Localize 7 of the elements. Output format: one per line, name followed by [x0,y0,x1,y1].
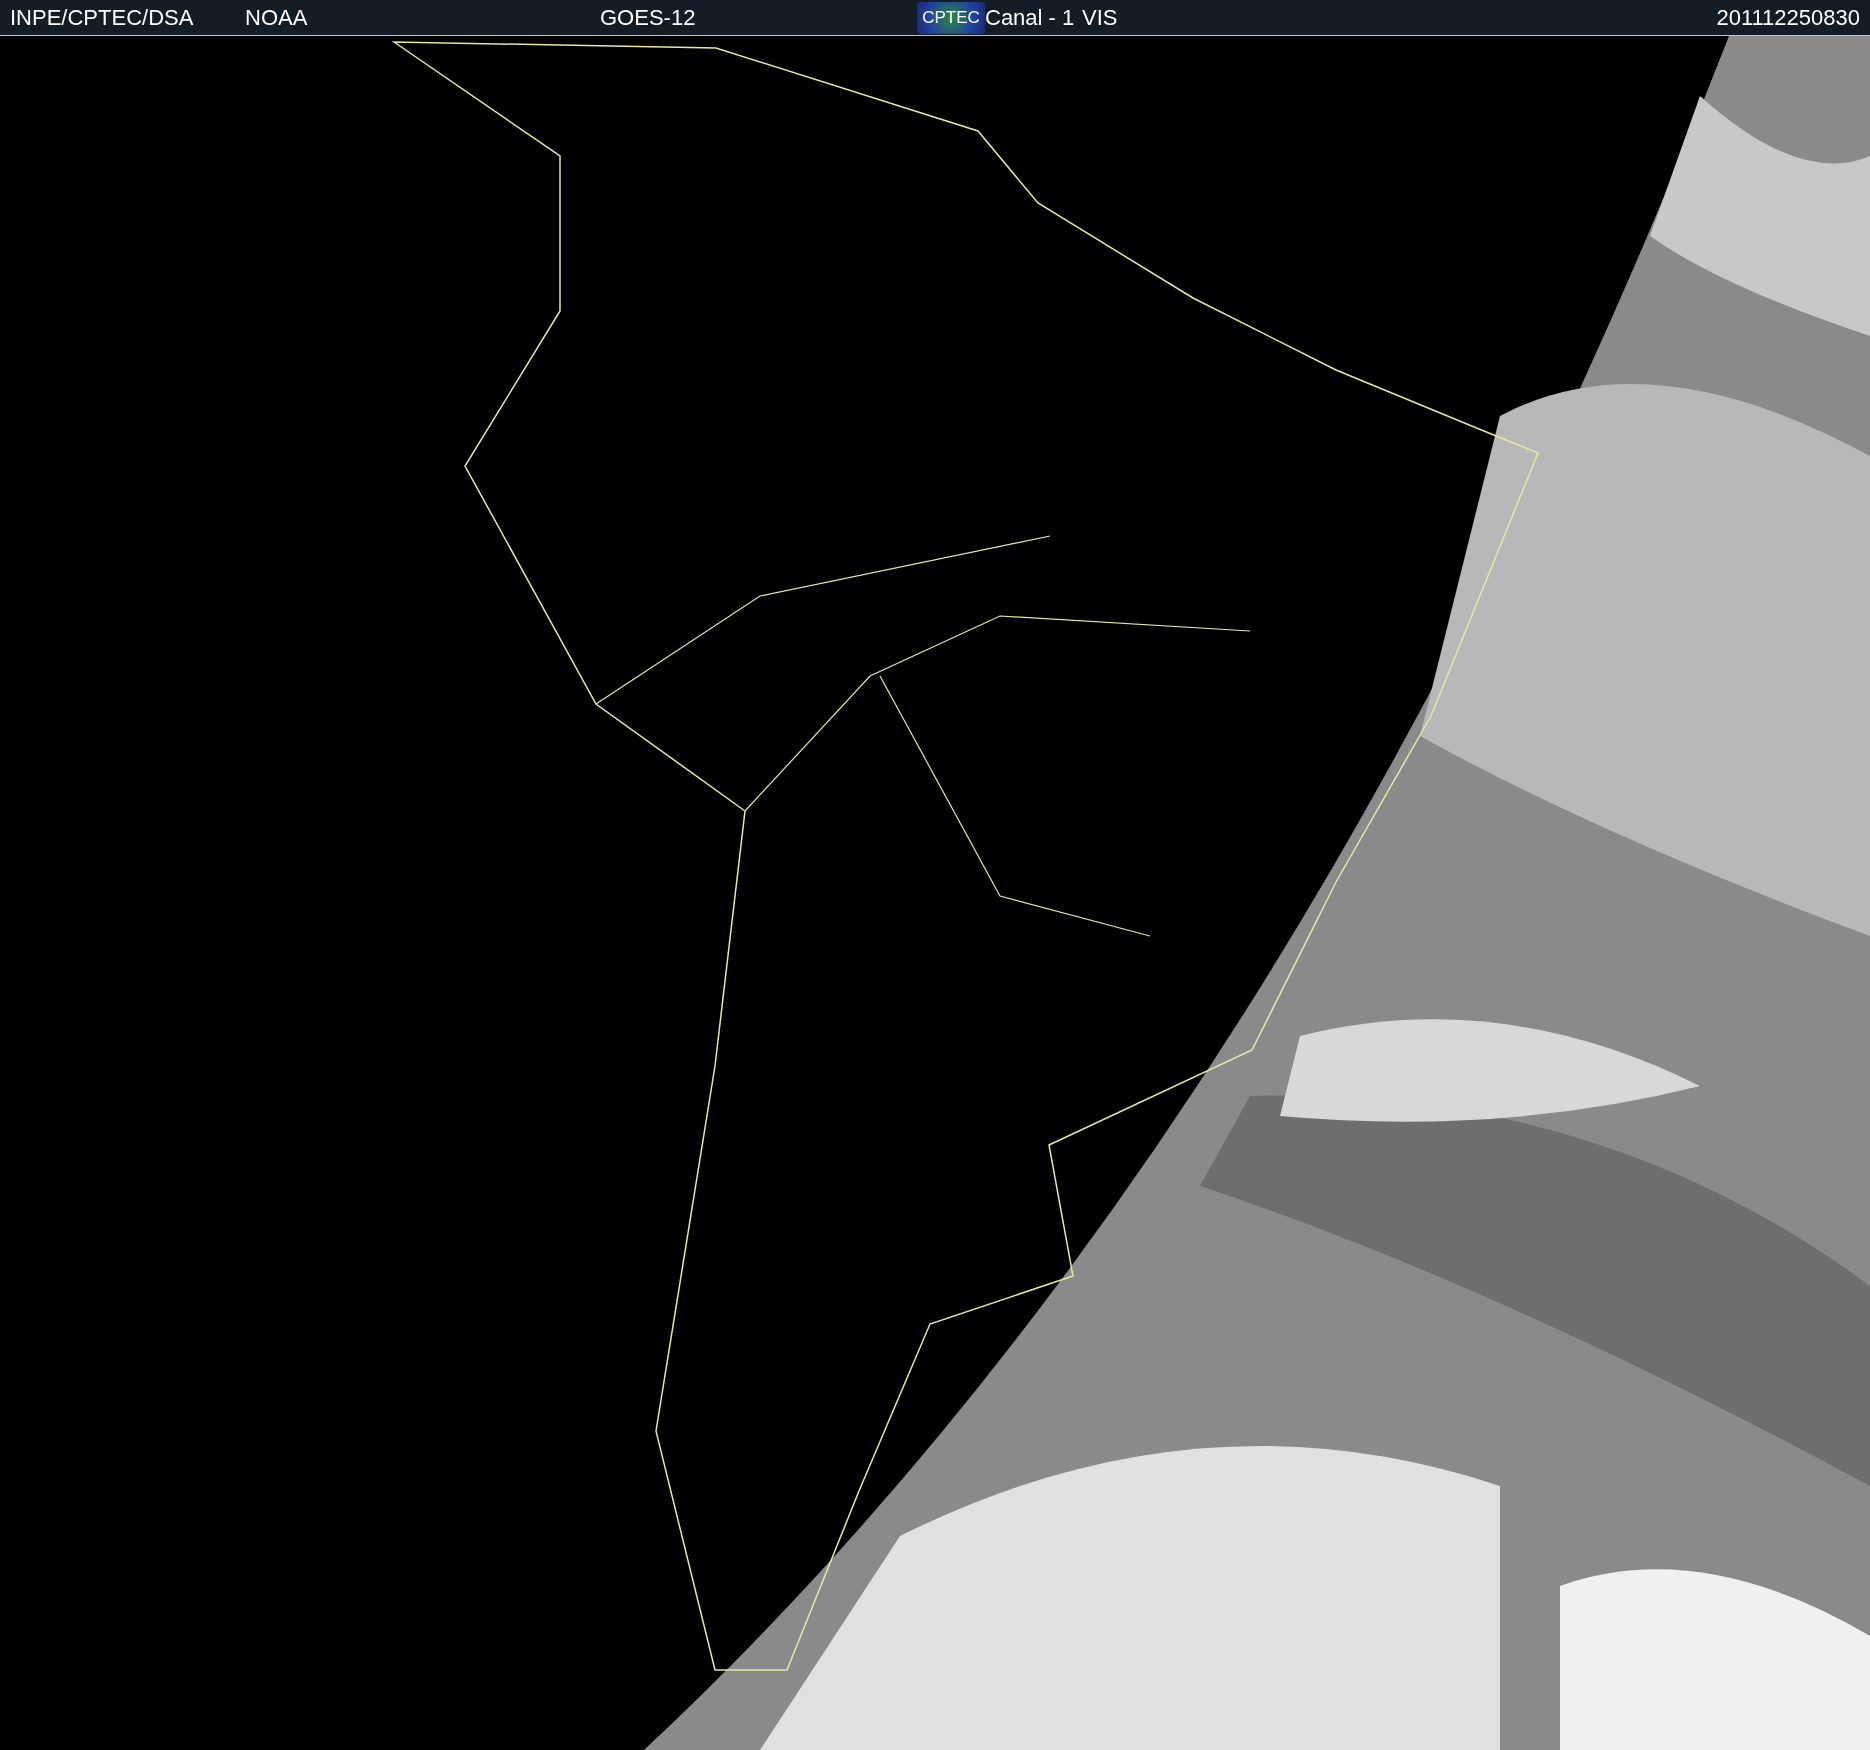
source-label: INPE/CPTEC/DSA [10,4,194,31]
timestamp-label: 201112250830 [1716,4,1861,31]
logo: CPTEC [917,1,985,34]
agency-label: NOAA [245,4,308,31]
channel-label: Canal - 1 [985,4,1075,31]
band-label: VIS [1082,4,1118,31]
satellite-label: GOES-12 [600,4,696,31]
